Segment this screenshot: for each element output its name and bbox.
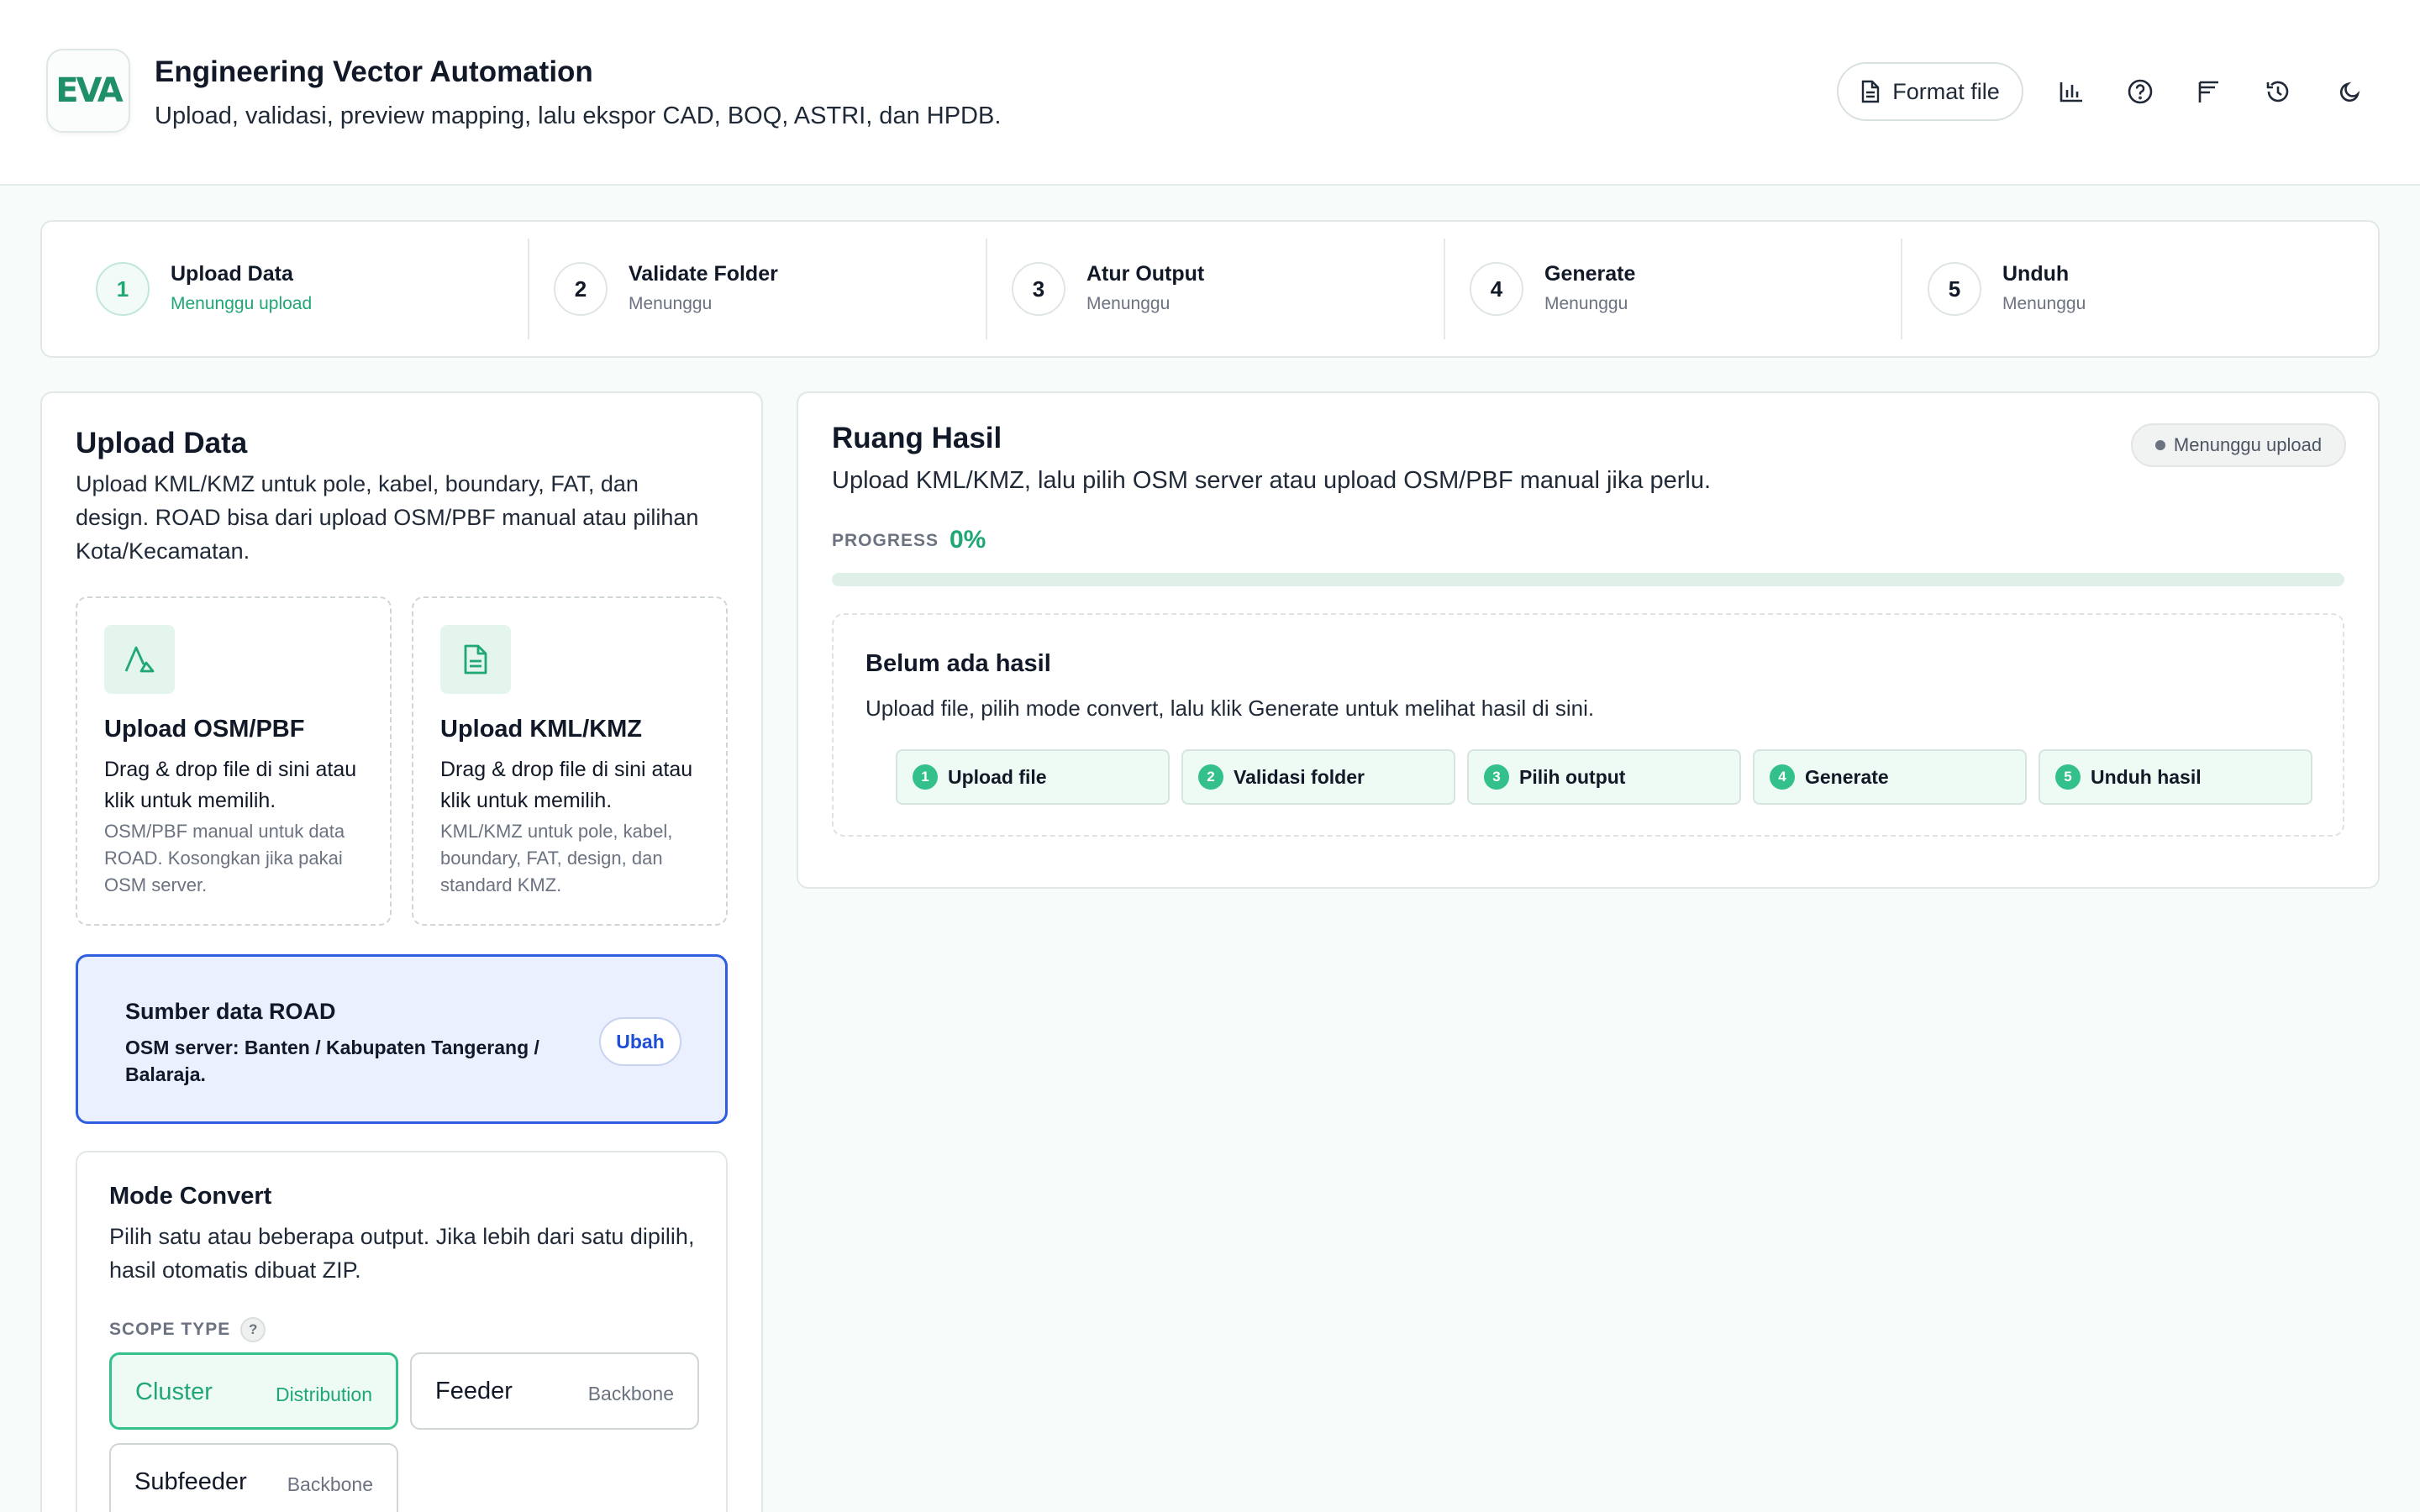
- progress-label: PROGRESS: [832, 531, 939, 550]
- format-file-label: Format file: [1892, 78, 2000, 104]
- scope-type-text: SCOPE TYPE: [109, 1320, 231, 1339]
- step-status: Menunggu: [1544, 294, 1628, 313]
- mode-desc: Pilih satu atau beberapa output. Jika le…: [109, 1224, 695, 1283]
- step-validate-folder[interactable]: 2 Validate Folder Menunggu: [500, 222, 958, 356]
- chip-pilih-output: 3 Pilih output: [1467, 749, 1741, 805]
- scope-option-sub: Distribution: [275, 1383, 372, 1405]
- scope-option-feeder[interactable]: Feeder Backbone: [410, 1352, 699, 1430]
- step-status: Menunggu upload: [171, 294, 313, 313]
- empty-title: Belum ada hasil: [865, 650, 1051, 677]
- step-title: Atur Output: [1086, 262, 1205, 286]
- scope-option-name: Subfeeder: [134, 1468, 247, 1495]
- status-text: Menunggu upload: [2173, 434, 2323, 455]
- kml-desc: Drag & drop file di sini atau klik untuk…: [440, 758, 693, 812]
- app-title: Engineering Vector Automation: [155, 55, 593, 88]
- scope-type-label: SCOPE TYPE ?: [109, 1317, 266, 1342]
- step-number: 4: [1470, 262, 1523, 316]
- step-number: 2: [554, 262, 608, 316]
- status-dot: [2154, 440, 2165, 450]
- scope-option-sub: Backbone: [287, 1473, 373, 1495]
- chip-number: 1: [913, 764, 938, 790]
- step-atur-output[interactable]: 3 Atur Output Menunggu: [958, 222, 1416, 356]
- step-generate[interactable]: 4 Generate Menunggu: [1416, 222, 1874, 356]
- list-icon[interactable]: [2191, 74, 2227, 109]
- step-status: Menunggu: [629, 294, 713, 313]
- step-title: Upload Data: [171, 262, 293, 286]
- mode-convert-card: Mode Convert Pilih satu atau beberapa ou…: [76, 1151, 728, 1512]
- chip-generate: 4 Generate: [1753, 749, 2027, 805]
- progress-value: 0%: [950, 526, 986, 554]
- step-number: 1: [96, 262, 150, 316]
- empty-result-box: Belum ada hasil Upload file, pilih mode …: [832, 613, 2344, 837]
- chip-unduh-hasil: 5 Unduh hasil: [2039, 749, 2312, 805]
- app-header: EVA Engineering Vector Automation Upload…: [0, 0, 2420, 186]
- result-panel: Ruang Hasil Upload KML/KMZ, lalu pilih O…: [797, 391, 2380, 889]
- chip-number: 5: [2055, 764, 2081, 790]
- osm-desc: Drag & drop file di sini atau klik untuk…: [104, 758, 357, 812]
- step-unduh[interactable]: 5 Unduh Menunggu: [1874, 222, 2332, 356]
- chip-label: Unduh hasil: [2091, 765, 2202, 788]
- step-title: Generate: [1544, 262, 1636, 286]
- chip-number: 4: [1770, 764, 1795, 790]
- step-upload-data[interactable]: 1 Upload Data Menunggu upload: [42, 222, 500, 356]
- kml-dropzone[interactable]: Upload KML/KMZ Drag & drop file di sini …: [412, 596, 728, 926]
- chip-number: 3: [1484, 764, 1509, 790]
- step-number: 5: [1928, 262, 1981, 316]
- chip-number: 2: [1198, 764, 1223, 790]
- logo-text: EVA: [55, 71, 124, 110]
- app-subtitle: Upload, validasi, preview mapping, lalu …: [155, 102, 1002, 129]
- chip-validasi-folder: 2 Validasi folder: [1181, 749, 1455, 805]
- scope-option-name: Feeder: [435, 1378, 513, 1404]
- osm-title: Upload OSM/PBF: [104, 716, 305, 743]
- step-title: Validate Folder: [629, 262, 778, 286]
- step-status: Menunggu: [2002, 294, 2086, 313]
- chip-upload-file: 1 Upload file: [896, 749, 1170, 805]
- road-source-box: Sumber data ROAD OSM server: Banten / Ka…: [76, 954, 728, 1124]
- step-title: Unduh: [2002, 262, 2070, 286]
- format-file-button[interactable]: Format file: [1837, 62, 2023, 121]
- chart-icon[interactable]: [2054, 74, 2089, 109]
- scope-option-sub: Backbone: [587, 1383, 674, 1404]
- road-source-title: Sumber data ROAD: [125, 999, 336, 1024]
- history-icon[interactable]: [2260, 74, 2296, 109]
- upload-panel: Upload Data Upload KML/KMZ untuk pole, k…: [40, 391, 763, 1512]
- road-icon: [104, 625, 175, 694]
- osm-note: OSM/PBF manual untuk data ROAD. Kosongka…: [104, 821, 345, 895]
- kml-title: Upload KML/KMZ: [440, 716, 643, 743]
- kml-note: KML/KMZ untuk pole, kabel, boundary, FAT…: [440, 821, 673, 895]
- chip-label: Pilih output: [1519, 765, 1626, 788]
- mode-title: Mode Convert: [109, 1183, 272, 1210]
- empty-desc: Upload file, pilih mode convert, lalu kl…: [865, 696, 1595, 721]
- app-logo: EVA: [46, 49, 130, 133]
- document-icon: [440, 625, 511, 694]
- scope-option-cluster[interactable]: Cluster Distribution: [109, 1352, 398, 1430]
- scope-option-name: Cluster: [135, 1378, 213, 1405]
- osm-dropzone[interactable]: Upload OSM/PBF Drag & drop file di sini …: [76, 596, 392, 926]
- step-status: Menunggu: [1086, 294, 1171, 313]
- scope-option-subfeeder[interactable]: Subfeeder Backbone: [109, 1443, 398, 1512]
- upload-title: Upload Data: [76, 427, 248, 459]
- progress-bar: [832, 573, 2344, 586]
- chip-label: Validasi folder: [1234, 765, 1365, 788]
- chip-label: Generate: [1805, 765, 1889, 788]
- moon-icon[interactable]: [2333, 74, 2368, 109]
- file-icon: [1862, 80, 1880, 103]
- status-badge: Menunggu upload: [2131, 423, 2346, 467]
- road-source-desc: OSM server: Banten / Kabupaten Tangerang…: [125, 1037, 539, 1085]
- upload-description: Upload KML/KMZ untuk pole, kabel, bounda…: [76, 471, 699, 564]
- result-title: Ruang Hasil: [832, 422, 1002, 454]
- ubah-button[interactable]: Ubah: [599, 1017, 681, 1066]
- help-icon[interactable]: [2123, 74, 2158, 109]
- progress-stepper: 1 Upload Data Menunggu upload 2 Validate…: [40, 220, 2380, 358]
- chip-label: Upload file: [948, 765, 1047, 788]
- scope-help-icon[interactable]: ?: [240, 1317, 266, 1342]
- result-desc: Upload KML/KMZ, lalu pilih OSM server at…: [832, 467, 1712, 494]
- step-number: 3: [1012, 262, 1065, 316]
